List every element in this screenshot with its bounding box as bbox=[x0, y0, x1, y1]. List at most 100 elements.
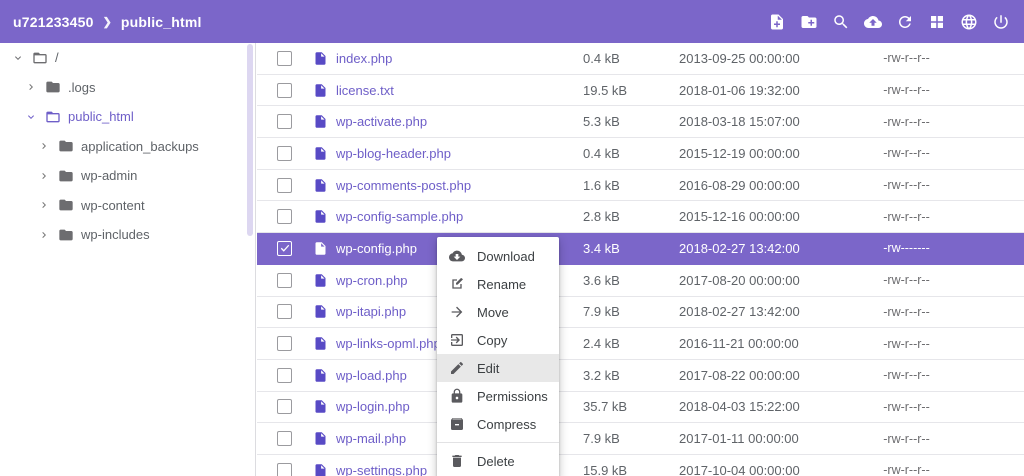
file-size: 0.4 kB bbox=[579, 146, 679, 161]
chevron-right-icon[interactable] bbox=[25, 81, 37, 93]
sidebar-item-root[interactable]: / bbox=[0, 43, 255, 73]
new-file-icon[interactable] bbox=[768, 13, 786, 31]
row-checkbox[interactable] bbox=[277, 114, 292, 129]
file-modified-date: 2013-09-25 00:00:00 bbox=[679, 51, 834, 66]
table-row[interactable]: license.txt19.5 kB2018-01-06 19:32:00-rw… bbox=[257, 75, 1024, 107]
row-checkbox[interactable] bbox=[277, 336, 292, 351]
file-permissions: -rw-r--r-- bbox=[834, 400, 1024, 414]
chevron-down-icon[interactable] bbox=[12, 52, 24, 64]
sidebar-item-wp-includes[interactable]: wp-includes bbox=[0, 220, 255, 250]
file-name-link[interactable]: index.php bbox=[336, 51, 392, 66]
file-table: index.php0.4 kB2013-09-25 00:00:00-rw-r-… bbox=[257, 43, 1024, 476]
file-permissions: -rw-r--r-- bbox=[834, 83, 1024, 97]
row-checkbox[interactable] bbox=[277, 399, 292, 414]
file-icon bbox=[313, 114, 328, 129]
table-row[interactable]: wp-comments-post.php1.6 kB2016-08-29 00:… bbox=[257, 170, 1024, 202]
row-checkbox[interactable] bbox=[277, 146, 292, 161]
refresh-icon[interactable] bbox=[896, 13, 914, 31]
chevron-down-icon[interactable] bbox=[25, 111, 37, 123]
file-name-link[interactable]: wp-cron.php bbox=[336, 273, 408, 288]
table-row[interactable]: wp-itapi.php7.9 kB2018-02-27 13:42:00-rw… bbox=[257, 297, 1024, 329]
file-name-link[interactable]: wp-blog-header.php bbox=[336, 146, 451, 161]
filename-cell: license.txt bbox=[313, 83, 579, 98]
file-icon bbox=[313, 83, 328, 98]
table-row[interactable]: index.php0.4 kB2013-09-25 00:00:00-rw-r-… bbox=[257, 43, 1024, 75]
menu-item-download[interactable]: Download bbox=[437, 242, 559, 270]
folder-icon bbox=[58, 138, 74, 154]
menu-item-edit[interactable]: Edit bbox=[437, 354, 559, 382]
file-name-link[interactable]: wp-itapi.php bbox=[336, 304, 406, 319]
row-checkbox[interactable] bbox=[277, 51, 292, 66]
breadcrumb-segment[interactable]: public_html bbox=[121, 14, 202, 30]
menu-item-permissions[interactable]: Permissions bbox=[437, 382, 559, 410]
table-row[interactable]: wp-load.php3.2 kB2017-08-22 00:00:00-rw-… bbox=[257, 360, 1024, 392]
checkbox-cell bbox=[257, 431, 313, 446]
sidebar-item-application-backups[interactable]: application_backups bbox=[0, 132, 255, 162]
permissions-icon bbox=[449, 388, 465, 404]
file-permissions: -rw-r--r-- bbox=[834, 463, 1024, 476]
chevron-right-icon[interactable] bbox=[38, 170, 50, 182]
table-row[interactable]: wp-blog-header.php0.4 kB2015-12-19 00:00… bbox=[257, 138, 1024, 170]
file-permissions: -rw-r--r-- bbox=[834, 51, 1024, 65]
file-name-link[interactable]: wp-load.php bbox=[336, 368, 407, 383]
file-name-link[interactable]: wp-mail.php bbox=[336, 431, 406, 446]
checkbox-cell bbox=[257, 241, 313, 256]
grid-view-icon[interactable] bbox=[928, 13, 946, 31]
power-icon[interactable] bbox=[992, 13, 1010, 31]
folder-tree-sidebar: /.logspublic_htmlapplication_backupswp-a… bbox=[0, 43, 256, 476]
file-icon bbox=[313, 51, 328, 66]
table-row[interactable]: wp-login.php35.7 kB2018-04-03 15:22:00-r… bbox=[257, 392, 1024, 424]
file-modified-date: 2015-12-16 00:00:00 bbox=[679, 209, 834, 224]
file-icon bbox=[313, 463, 328, 476]
row-checkbox[interactable] bbox=[277, 178, 292, 193]
file-size: 2.8 kB bbox=[579, 209, 679, 224]
file-name-link[interactable]: wp-config.php bbox=[336, 241, 417, 256]
table-row[interactable]: wp-settings.php15.9 kB2017-10-04 00:00:0… bbox=[257, 455, 1024, 476]
menu-item-compress[interactable]: Compress bbox=[437, 410, 559, 438]
breadcrumb-segment[interactable]: u721233450 bbox=[13, 14, 94, 30]
rename-icon bbox=[449, 276, 465, 292]
search-icon[interactable] bbox=[832, 13, 850, 31]
row-checkbox[interactable] bbox=[277, 241, 292, 256]
language-icon[interactable] bbox=[960, 13, 978, 31]
row-checkbox[interactable] bbox=[277, 304, 292, 319]
file-name-link[interactable]: license.txt bbox=[336, 83, 394, 98]
chevron-right-icon[interactable] bbox=[38, 229, 50, 241]
sidebar-scrollbar[interactable] bbox=[247, 44, 253, 236]
menu-item-move[interactable]: Move bbox=[437, 298, 559, 326]
file-name-link[interactable]: wp-comments-post.php bbox=[336, 178, 471, 193]
sidebar-item-public-html[interactable]: public_html bbox=[0, 102, 255, 132]
file-name-link[interactable]: wp-activate.php bbox=[336, 114, 427, 129]
file-name-link[interactable]: wp-config-sample.php bbox=[336, 209, 463, 224]
table-row[interactable]: wp-config.php3.4 kB2018-02-27 13:42:00-r… bbox=[257, 233, 1024, 265]
table-row[interactable]: wp-links-opml.php2.4 kB2016-11-21 00:00:… bbox=[257, 328, 1024, 360]
table-row[interactable]: wp-cron.php3.6 kB2017-08-20 00:00:00-rw-… bbox=[257, 265, 1024, 297]
new-folder-icon[interactable] bbox=[800, 13, 818, 31]
file-name-link[interactable]: wp-settings.php bbox=[336, 463, 427, 476]
file-modified-date: 2016-11-21 00:00:00 bbox=[679, 336, 834, 351]
row-checkbox[interactable] bbox=[277, 368, 292, 383]
row-checkbox[interactable] bbox=[277, 431, 292, 446]
row-checkbox[interactable] bbox=[277, 83, 292, 98]
file-name-link[interactable]: wp-links-opml.php bbox=[336, 336, 441, 351]
chevron-right-icon[interactable] bbox=[38, 140, 50, 152]
sidebar-item-wp-admin[interactable]: wp-admin bbox=[0, 161, 255, 191]
upload-icon[interactable] bbox=[864, 13, 882, 31]
table-row[interactable]: wp-mail.php7.9 kB2017-01-11 00:00:00-rw-… bbox=[257, 423, 1024, 455]
file-permissions: -rw-r--r-- bbox=[834, 368, 1024, 382]
row-checkbox[interactable] bbox=[277, 463, 292, 476]
row-checkbox[interactable] bbox=[277, 273, 292, 288]
sidebar-item--logs[interactable]: .logs bbox=[0, 73, 255, 103]
menu-item-delete[interactable]: Delete bbox=[437, 447, 559, 475]
chevron-right-icon[interactable] bbox=[38, 199, 50, 211]
row-checkbox[interactable] bbox=[277, 209, 292, 224]
table-row[interactable]: wp-config-sample.php 2.8 kB2015-12-16 00:… bbox=[257, 201, 1024, 233]
menu-item-copy[interactable]: Copy bbox=[437, 326, 559, 354]
checkbox-cell bbox=[257, 178, 313, 193]
sidebar-item-wp-content[interactable]: wp-content bbox=[0, 191, 255, 221]
folder-icon bbox=[45, 79, 61, 95]
file-icon bbox=[313, 368, 328, 383]
menu-item-rename[interactable]: Rename bbox=[437, 270, 559, 298]
file-name-link[interactable]: wp-login.php bbox=[336, 399, 410, 414]
table-row[interactable]: wp-activate.php5.3 kB2018-03-18 15:07:00… bbox=[257, 106, 1024, 138]
